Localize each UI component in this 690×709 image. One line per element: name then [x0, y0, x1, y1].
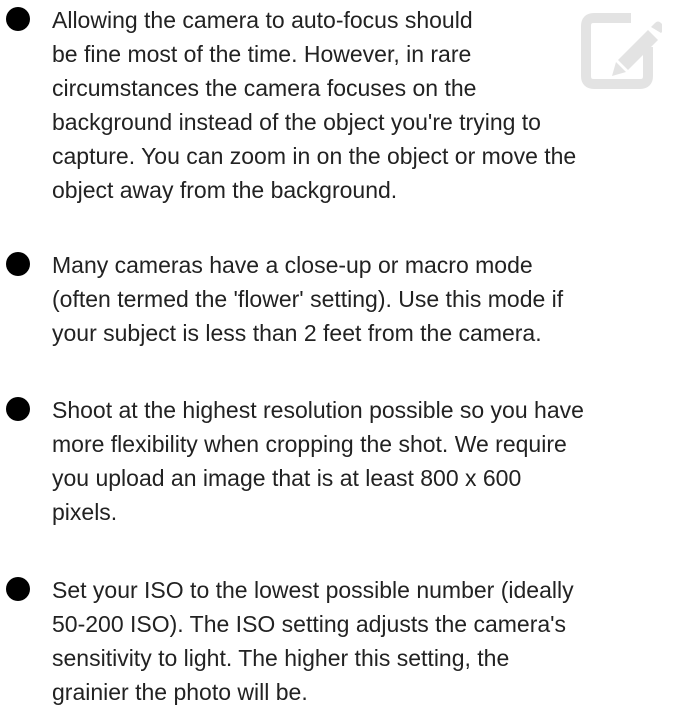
- tip-macro-mode: Many cameras have a close-up or macro mo…: [0, 248, 690, 350]
- tip-text: Many cameras have a close-up or macro mo…: [52, 248, 690, 350]
- tip-line: grainier the photo will be.: [52, 679, 308, 705]
- tip-text: Shoot at the highest resolution possible…: [52, 393, 690, 529]
- tip-line: background instead of the object you're …: [52, 109, 541, 135]
- bullet-icon: [6, 397, 30, 421]
- tip-line: sensitivity to light. The higher this se…: [52, 645, 510, 671]
- tip-line: object away from the background.: [52, 177, 398, 203]
- tip-line: you upload an image that is at least 800…: [52, 465, 522, 491]
- bullet-icon: [6, 577, 30, 601]
- tip-iso: Set your ISO to the lowest possible numb…: [0, 573, 690, 709]
- tip-resolution: Shoot at the highest resolution possible…: [0, 393, 690, 529]
- edit-icon[interactable]: [578, 8, 665, 92]
- tip-line: Many cameras have a close-up or macro mo…: [52, 252, 533, 278]
- bullet-icon: [6, 7, 30, 31]
- tip-line: more flexibility when cropping the shot.…: [52, 431, 567, 457]
- tip-line: pixels.: [52, 499, 118, 525]
- tip-line: capture. You can zoom in on the object o…: [52, 143, 577, 169]
- tip-line: (often termed the 'flower' setting). Use…: [52, 286, 564, 312]
- tip-line: Set your ISO to the lowest possible numb…: [52, 577, 574, 603]
- tip-line: Shoot at the highest resolution possible…: [52, 397, 584, 423]
- tip-line: 50-200 ISO). The ISO setting adjusts the…: [52, 611, 567, 637]
- tip-text: Set your ISO to the lowest possible numb…: [52, 573, 690, 709]
- edit-icon-graphic: [581, 13, 665, 89]
- tip-line: your subject is less than 2 feet from th…: [52, 320, 542, 346]
- bullet-icon: [6, 252, 30, 276]
